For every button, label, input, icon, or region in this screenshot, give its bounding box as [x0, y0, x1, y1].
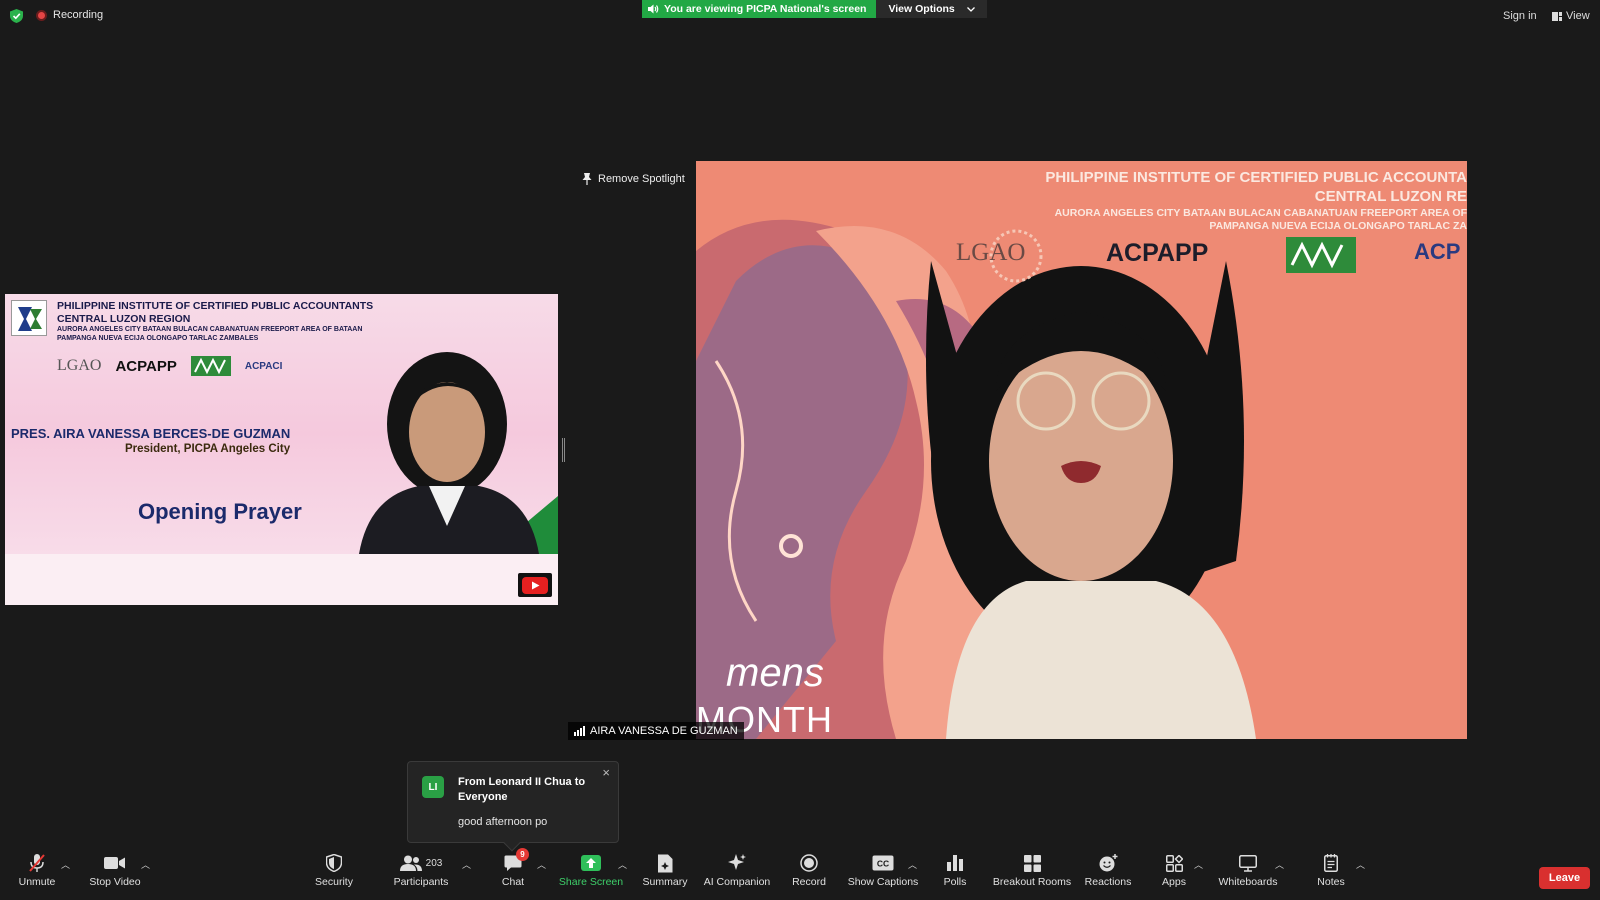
- video-acp-logo: ACP: [1414, 239, 1461, 264]
- chat-sender: From Leonard II Chua to Everyone: [458, 776, 586, 803]
- org-name-line1: PHILIPPINE INSTITUTE OF CERTIFIED PUBLIC…: [57, 300, 374, 312]
- speaker-icon: [648, 4, 659, 14]
- security-shield-icon: [326, 854, 342, 872]
- close-icon[interactable]: ×: [602, 765, 610, 780]
- split-view-handle[interactable]: [562, 438, 565, 462]
- leave-button[interactable]: Leave: [1539, 867, 1590, 889]
- participants-label: Participants: [393, 876, 449, 888]
- lgao-logo: LGAO: [57, 357, 102, 374]
- view-button[interactable]: View: [1552, 10, 1590, 22]
- pin-icon: [582, 173, 592, 185]
- participant-name: AIRA VANESSA DE GUZMAN: [590, 725, 738, 737]
- chat-label: Chat: [501, 876, 525, 888]
- view-label: View: [1566, 10, 1590, 22]
- view-options-label: View Options: [888, 3, 955, 15]
- reactions-label: Reactions: [1084, 876, 1132, 888]
- chat-notification[interactable]: LI From Leonard II Chua to Everyone good…: [407, 761, 619, 852]
- audio-options-chevron-icon[interactable]: ︿: [61, 858, 70, 871]
- youtube-live-icon[interactable]: [518, 573, 552, 597]
- record-label: Record: [792, 876, 826, 888]
- video-camera-icon: [104, 857, 125, 869]
- apps-label: Apps: [1162, 876, 1186, 888]
- ai-companion-label: AI Companion: [703, 876, 771, 888]
- video-lgao-logo: LGAO: [956, 239, 1026, 266]
- closed-captions-icon: CC: [872, 855, 894, 871]
- notes-label: Notes: [1317, 876, 1345, 888]
- video-options-chevron-icon[interactable]: ︿: [141, 858, 150, 871]
- security-label: Security: [315, 876, 353, 888]
- whiteboard-icon: [1239, 854, 1257, 872]
- notes-options-chevron-icon[interactable]: ︿: [1356, 858, 1365, 871]
- remove-spotlight-button[interactable]: Remove Spotlight: [576, 168, 691, 190]
- chevron-down-icon: [966, 6, 975, 12]
- view-layout-icon: [1552, 11, 1562, 21]
- chapters-line2: PAMPANGA NUEVA ECIJA OLONGAPO TARLAC ZAM…: [57, 335, 259, 342]
- reactions-smiley-icon: [1099, 854, 1117, 872]
- view-options-button[interactable]: View Options: [876, 0, 987, 18]
- video-header-line2: CENTRAL LUZON RE: [1314, 188, 1467, 205]
- stop-video-label: Stop Video: [89, 876, 141, 888]
- video-bg-text-mens: mens: [726, 651, 824, 695]
- speaker-name: PRES. AIRA VANESSA BERCES-DE GUZMAN: [11, 426, 291, 441]
- avatar: LI: [422, 776, 444, 798]
- chat-options-chevron-icon[interactable]: ︿: [537, 858, 546, 871]
- participant-name-label: AIRA VANESSA DE GUZMAN: [568, 722, 744, 740]
- screen-share-banner: You are viewing PICPA National's screen …: [642, 0, 987, 18]
- svg-text:CC: CC: [877, 859, 889, 869]
- remove-spotlight-label: Remove Spotlight: [598, 173, 685, 185]
- signal-bars-icon: [574, 726, 585, 736]
- unmute-label: Unmute: [18, 876, 56, 888]
- speaker-role: President, PICPA Angeles City: [125, 443, 291, 455]
- chat-unread-badge: 9: [516, 848, 529, 861]
- polls-label: Polls: [943, 876, 967, 888]
- video-chapters-line2: PAMPANGA NUEVA ECIJA OLONGAPO TARLAC ZA: [1209, 220, 1467, 232]
- breakout-rooms-label: Breakout Rooms: [992, 876, 1072, 888]
- summary-document-icon: [658, 854, 673, 872]
- ai-sparkle-icon: [728, 854, 746, 870]
- apps-options-chevron-icon[interactable]: ︿: [1194, 858, 1203, 871]
- recording-label: Recording: [53, 9, 104, 21]
- top-bar: Recording You are viewing PICPA National…: [0, 0, 1600, 32]
- participants-button[interactable]: 203 Participants: [376, 852, 466, 888]
- participants-icon: [399, 855, 422, 871]
- video-chapter-logo-icon: [1286, 237, 1356, 273]
- slide-footer: [5, 554, 558, 605]
- record-icon: [800, 854, 818, 872]
- summary-label: Summary: [642, 876, 688, 888]
- acpaci-logo: ACPACI: [244, 360, 283, 372]
- microphone-muted-icon: [29, 854, 45, 872]
- shield-check-icon[interactable]: [10, 9, 23, 23]
- shared-screen-thumbnail[interactable]: PHILIPPINE INSTITUTE OF CERTIFIED PUBLIC…: [5, 294, 558, 605]
- spotlight-video[interactable]: PHILIPPINE INSTITUTE OF CERTIFIED PUBLIC…: [696, 161, 1467, 739]
- chapters-line1: AURORA ANGELES CITY BATAAN BULACAN CABAN…: [57, 326, 363, 333]
- whiteboards-label: Whiteboards: [1218, 876, 1278, 888]
- segment-title: Opening Prayer: [138, 499, 302, 524]
- whiteboards-options-chevron-icon[interactable]: ︿: [1275, 858, 1284, 871]
- share-screen-icon: [581, 855, 601, 871]
- video-chapters-line1: AURORA ANGELES CITY BATAAN BULACAN CABAN…: [1054, 207, 1467, 219]
- record-dot-icon: [36, 9, 47, 21]
- sign-in-button[interactable]: Sign in: [1503, 10, 1537, 22]
- viewing-banner-text: You are viewing PICPA National's screen: [664, 3, 867, 15]
- picpa-logo: [11, 300, 47, 336]
- notes-icon: [1324, 854, 1338, 872]
- recording-indicator[interactable]: Recording: [36, 9, 103, 21]
- chat-message: good afternoon po: [458, 816, 548, 828]
- acpapp-logo: ACPAPP: [115, 357, 177, 375]
- org-name-line2: CENTRAL LUZON REGION: [57, 313, 191, 325]
- video-acpapp-logo: ACPAPP: [1106, 239, 1209, 267]
- video-header-line1: PHILIPPINE INSTITUTE OF CERTIFIED PUBLIC…: [1045, 169, 1467, 186]
- speaker-photo: [359, 352, 558, 554]
- participants-count: 203: [425, 857, 443, 869]
- meeting-toolbar: Unmute ︿ Stop Video ︿ Security 203 Parti…: [0, 848, 1600, 900]
- apps-icon: [1165, 854, 1183, 872]
- chapter-logo-icon: [190, 356, 231, 376]
- viewing-banner: You are viewing PICPA National's screen: [642, 0, 877, 18]
- share-screen-label: Share Screen: [558, 876, 624, 888]
- show-captions-label: Show Captions: [847, 876, 919, 888]
- security-button[interactable]: Security: [289, 852, 379, 888]
- polls-bar-chart-icon: [947, 855, 963, 871]
- partner-logos: LGAO ACPAPP ACPACI: [57, 356, 282, 376]
- breakout-rooms-grid-icon: [1023, 854, 1041, 872]
